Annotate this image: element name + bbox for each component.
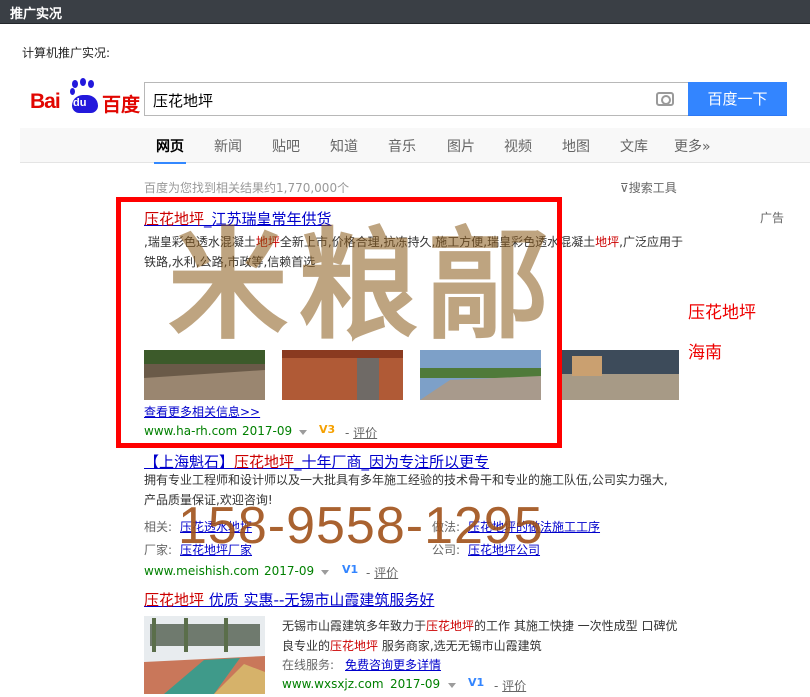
tab-map[interactable]: 地图 (562, 136, 590, 156)
result-3-url[interactable]: www.wxsxjz.com (282, 677, 384, 691)
result-2-related-link[interactable]: 压花透水地坪 (180, 518, 252, 535)
result-1-thumb-1[interactable] (144, 350, 265, 400)
tab-video[interactable]: 视频 (504, 136, 532, 156)
tab-music[interactable]: 音乐 (388, 136, 416, 156)
camera-icon[interactable] (656, 92, 674, 106)
result-2-title[interactable]: 【上海魁石】压花地坪_十年厂商_因为专注所以更专 (144, 451, 489, 472)
result-2-dropdown-icon[interactable] (321, 570, 329, 575)
result-3-title[interactable]: 压花地坪 优质 实惠--无锡市山霞建筑服务好 (144, 589, 434, 610)
search-button[interactable]: 百度一下 (688, 82, 787, 116)
result-3-review[interactable]: - 评价 (494, 677, 526, 694)
search-input[interactable]: 压花地坪 (144, 82, 688, 116)
tab-news[interactable]: 新闻 (214, 136, 242, 156)
ad-label: 广告 (760, 211, 785, 225)
result-2-factory-label: 厂家: (144, 543, 173, 557)
search-tools[interactable]: ⊽搜索工具 (620, 179, 677, 196)
result-1-thumb-4[interactable] (562, 350, 679, 400)
result-1-more-link[interactable]: 查看更多相关信息>> (144, 403, 260, 420)
logo-cn-text: 百度 (102, 94, 141, 116)
result-1-abstract: ,瑞皇彩色透水混凝土地坪全新上市,价格合理,抗冻持久,施工方便,瑞皇彩色透水混凝… (144, 235, 683, 269)
result-2-review[interactable]: - 评价 (366, 564, 398, 581)
result-1-date: 2017-09 (242, 424, 293, 438)
tab-web[interactable]: 网页 (154, 136, 186, 164)
filter-icon: ⊽ (620, 181, 629, 195)
result-3-abstract: 无锡市山霞建筑多年致力于压花地坪的工作 其施工快捷 一次性成型 口碑优良专业的压… (282, 619, 678, 653)
result-3-date: 2017-09 (390, 677, 441, 691)
result-3-thumb[interactable] (144, 616, 265, 694)
search-tabs: 网页 新闻 贴吧 知道 音乐 图片 视频 地图 文库 更多» (20, 128, 810, 164)
search-query: 压花地坪 (153, 92, 214, 110)
result-count: 百度为您找到相关结果约1,770,000个 (144, 181, 350, 195)
result-1-url[interactable]: www.ha-rh.com (144, 424, 237, 438)
window-titlebar: 推广实况 (0, 0, 810, 24)
panel-subtitle: 计算机推广实况: (22, 46, 111, 60)
result-2-v-badge[interactable]: V1 (342, 563, 358, 576)
result-2-company-link[interactable]: 压花地坪公司 (468, 541, 540, 558)
result-1-thumb-2[interactable] (282, 350, 403, 400)
logo-bai-text: Bai (30, 90, 61, 113)
result-3-dropdown-icon[interactable] (448, 683, 456, 688)
tab-images[interactable]: 图片 (447, 136, 475, 156)
side-ad-title[interactable]: 压花地坪 (688, 298, 756, 323)
result-3-service-label: 在线服务: (282, 658, 335, 672)
result-2-method-link[interactable]: 压花地坪的做法施工工序 (468, 518, 600, 535)
result-2-date: 2017-09 (264, 564, 315, 578)
result-2-abstract: 拥有专业工程师和设计师以及一大批具有多年施工经验的技术骨干和专业的施工队伍,公司… (144, 473, 668, 507)
result-1-review[interactable]: - 评价 (345, 424, 377, 441)
result-1-thumb-3[interactable] (420, 350, 541, 400)
result-1-v-badge[interactable]: V3 (319, 423, 335, 436)
tab-zhidao[interactable]: 知道 (330, 136, 358, 156)
tab-tieba[interactable]: 贴吧 (272, 136, 300, 156)
result-3-service-link[interactable]: 免费咨询更多详情 (345, 656, 441, 673)
result-1-dropdown-icon[interactable] (299, 430, 307, 435)
tab-more[interactable]: 更多» (674, 136, 711, 156)
result-2-company-label: 公司: (432, 543, 461, 557)
result-2-related-label: 相关: (144, 520, 173, 534)
window-title: 推广实况 (10, 7, 63, 22)
baidu-logo[interactable]: Bai du 百度 (30, 78, 140, 118)
result-3-v-badge[interactable]: V1 (468, 676, 484, 689)
side-ad-region[interactable]: 海南 (688, 338, 722, 363)
tab-wenku[interactable]: 文库 (620, 136, 648, 156)
result-2-url[interactable]: www.meishish.com (144, 564, 259, 578)
result-1-title[interactable]: 压花地坪_江苏瑞皇常年供货 (144, 208, 332, 229)
result-2-factory-link[interactable]: 压花地坪厂家 (180, 541, 252, 558)
logo-du-text: du (73, 97, 87, 109)
result-2-method-label: 做法: (432, 520, 461, 534)
